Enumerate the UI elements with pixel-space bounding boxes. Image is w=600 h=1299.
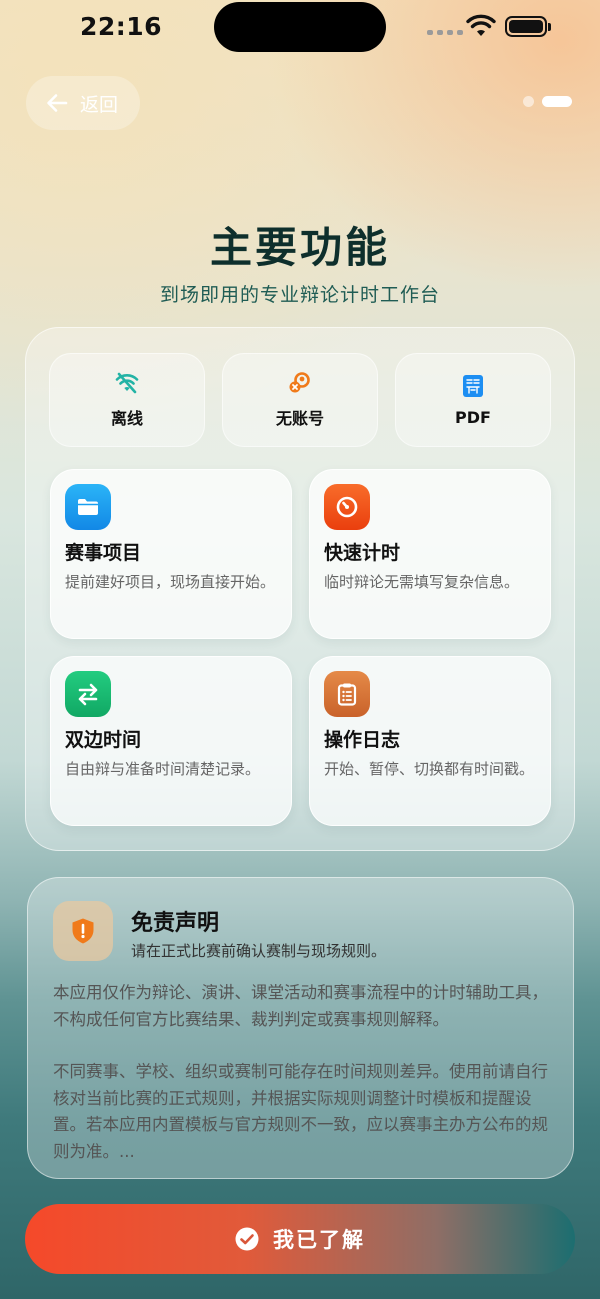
page-dot: [523, 96, 534, 107]
folder-app-icon: [65, 484, 111, 530]
card-title: 赛事项目: [65, 542, 142, 564]
wifi-icon: [466, 14, 496, 36]
back-label: 返回: [80, 93, 119, 116]
card-title: 操作日志: [324, 729, 401, 751]
card-description: 临时辩论无需填写复杂信息。: [324, 573, 520, 591]
card-description: 开始、暂停、切换都有时间戳。: [324, 760, 535, 778]
cellular-signal-icon: [427, 30, 463, 35]
timer-app-icon: [324, 484, 370, 530]
disclaimer-subtitle: 请在正式比赛前确认赛制与现场规则。: [131, 942, 387, 960]
chip-pdf: PDF: [395, 353, 551, 447]
chip-no-account: 无账号: [222, 353, 378, 447]
disclaimer-title: 免责声明: [131, 911, 220, 936]
disclaimer-paragraph: 不同赛事、学校、组织或赛制可能存在时间规则差异。使用前请自行核对当前比赛的正式规…: [53, 1062, 548, 1161]
page-title: 主要功能: [209, 223, 390, 272]
no-account-icon: [289, 372, 310, 393]
chip-label: 离线: [110, 409, 143, 428]
card-description: 自由辩与准备时间清楚记录。: [65, 760, 261, 778]
page-indicator: [523, 96, 572, 107]
check-circle-icon: [235, 1227, 259, 1251]
page-subtitle: 到场即用的专业辩论计时工作台: [159, 284, 440, 306]
feature-card-quick-timer: 快速计时 临时辩论无需填写复杂信息。: [309, 469, 551, 639]
swap-app-icon: [65, 671, 111, 717]
status-bar: 22:16: [0, 0, 600, 56]
disclaimer-card: 免责声明 请在正式比赛前确认赛制与现场规则。 本应用仅作为辩论、演讲、课堂活动和…: [27, 877, 574, 1179]
disclaimer-paragraph: 本应用仅作为辩论、演讲、课堂活动和赛事流程中的计时辅助工具，不构成任何官方比赛结…: [53, 983, 548, 1029]
card-title: 快速计时: [324, 542, 401, 564]
features-panel: 离线 无账号 PDF 赛事项目 提前建好项目，现场直接开始。 快速计时 临时辩论…: [25, 327, 575, 851]
acknowledge-button[interactable]: 我已了解: [25, 1204, 575, 1274]
disclaimer-body: 本应用仅作为辩论、演讲、课堂活动和赛事流程中的计时辅助工具，不构成任何官方比赛结…: [53, 980, 553, 1165]
folder-icon: [78, 499, 98, 515]
acknowledge-label: 我已了解: [273, 1228, 365, 1252]
feature-card-dual-time: 双边时间 自由辩与准备时间清楚记录。: [50, 656, 292, 826]
card-title: 双边时间: [65, 729, 142, 751]
page-dot-active: [542, 96, 572, 107]
clipboard-app-icon: [324, 671, 370, 717]
wifi-off-icon: [115, 372, 139, 394]
arrow-left-icon: [47, 94, 68, 112]
chip-offline: 离线: [49, 353, 205, 447]
swap-arrows-icon: [78, 683, 98, 706]
shield-badge: [53, 901, 113, 961]
chip-label: PDF: [455, 407, 491, 427]
shield-warning-icon: [72, 918, 94, 944]
card-description: 提前建好项目，现场直接开始。: [65, 573, 276, 591]
pdf-icon: [463, 374, 483, 397]
battery-icon: [505, 16, 551, 37]
dynamic-island: [214, 2, 386, 52]
chip-label: 无账号: [275, 409, 324, 428]
feature-card-operation-log: 操作日志 开始、暂停、切换都有时间戳。: [309, 656, 551, 826]
timer-icon: [336, 496, 358, 518]
back-button[interactable]: 返回: [26, 76, 140, 130]
clipboard-icon: [337, 683, 357, 706]
status-time: 22:16: [80, 12, 163, 41]
feature-card-projects: 赛事项目 提前建好项目，现场直接开始。: [50, 469, 292, 639]
